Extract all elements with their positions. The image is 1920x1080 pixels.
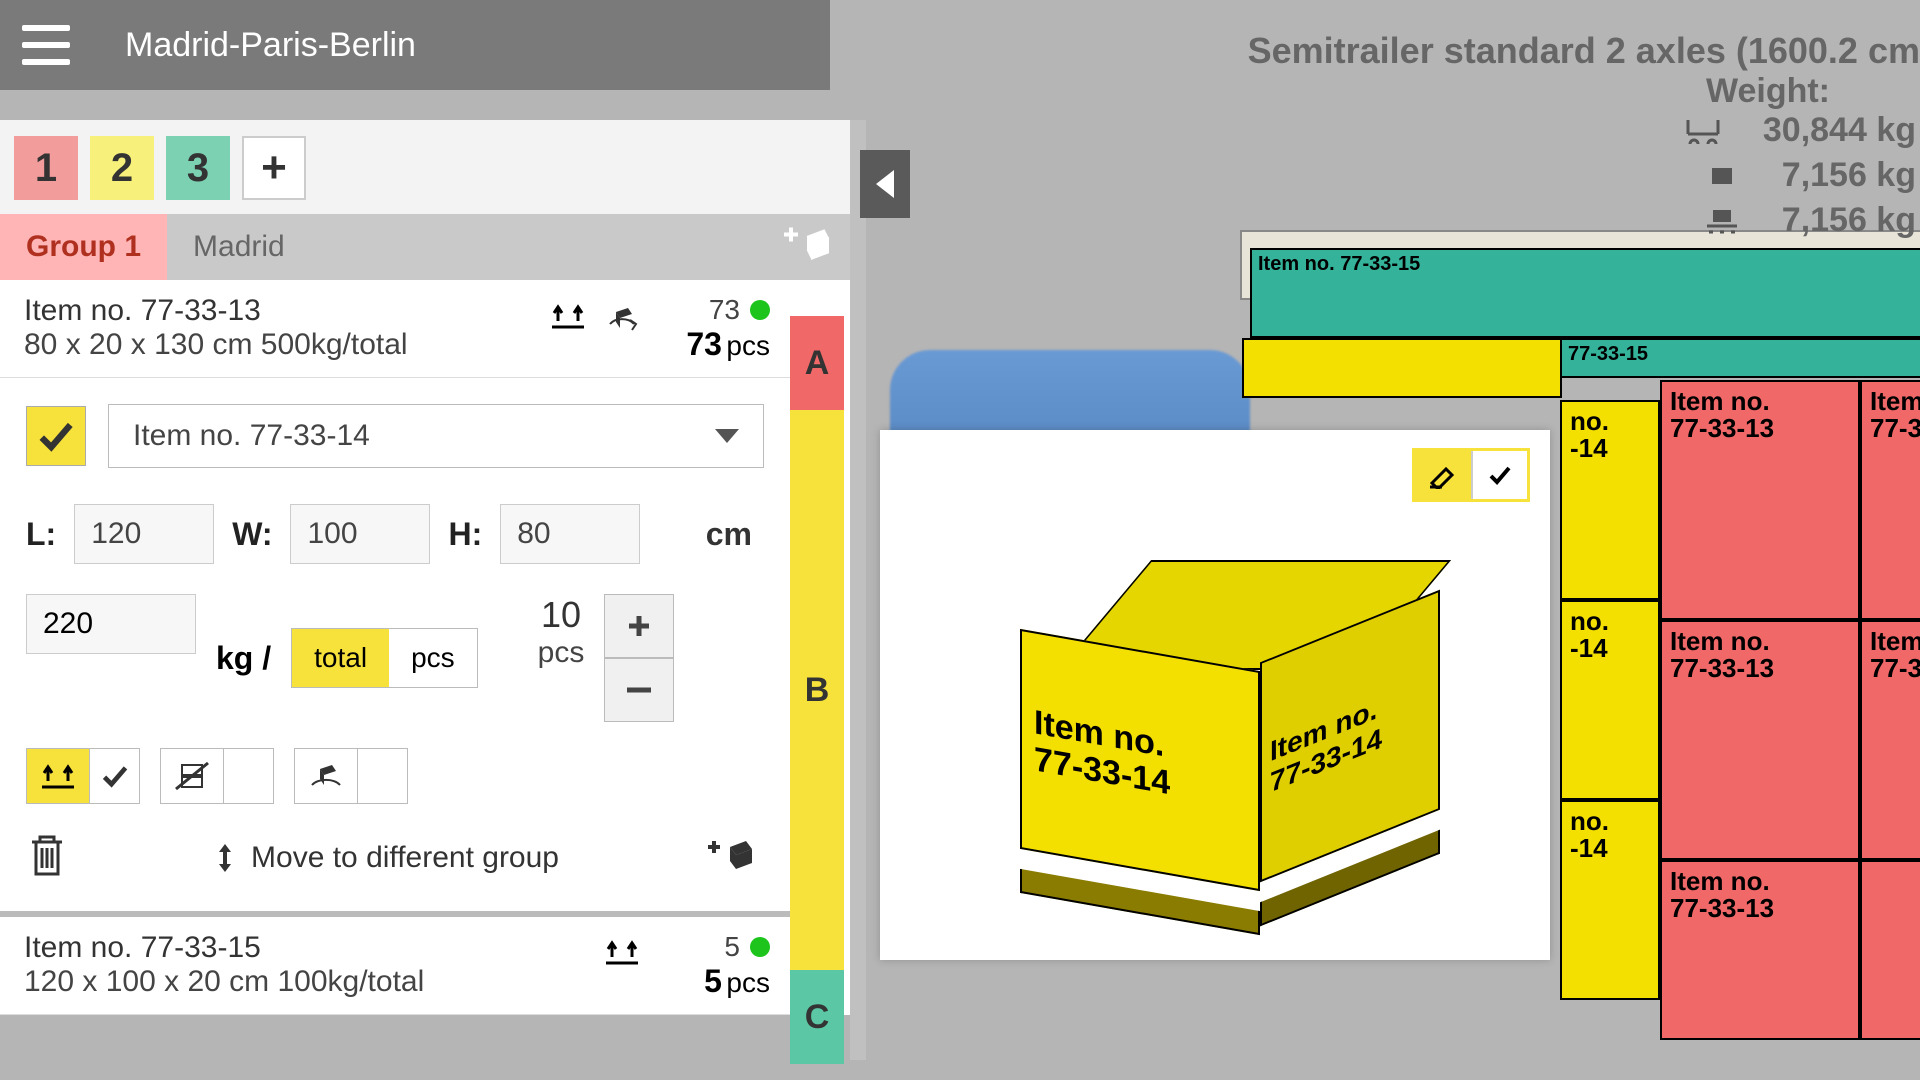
stop-2-button[interactable]: 2 bbox=[90, 136, 154, 200]
app-header: Madrid-Paris-Berlin bbox=[0, 0, 830, 90]
toggle-pcs[interactable]: pcs bbox=[389, 629, 477, 687]
axle-icon bbox=[1683, 118, 1723, 144]
add-stop-button[interactable]: + bbox=[242, 136, 306, 200]
this-way-up-option[interactable] bbox=[26, 748, 140, 804]
group-tabs: Group 1 Madrid bbox=[0, 214, 850, 280]
decrement-button[interactable] bbox=[604, 658, 674, 722]
left-panel: 1 2 3 + Group 1 Madrid Item no. 77-33-13… bbox=[0, 120, 850, 1015]
pcs-count: 10 bbox=[541, 594, 581, 636]
item-a-name: Item no. 77-33-13 bbox=[24, 294, 550, 328]
length-input[interactable] bbox=[74, 504, 214, 564]
no-stack-icon bbox=[161, 749, 223, 803]
item-name-select[interactable]: Item no. 77-33-14 bbox=[108, 404, 764, 468]
tab-group-1[interactable]: Group 1 bbox=[0, 214, 167, 280]
item-a-dims: 80 x 20 x 130 cm 500kg/total bbox=[24, 328, 550, 362]
delete-button[interactable] bbox=[28, 832, 66, 883]
status-dot bbox=[750, 300, 770, 320]
marker-b[interactable]: B bbox=[790, 410, 844, 970]
route-title: Madrid-Paris-Berlin bbox=[125, 26, 416, 65]
stop-1-button[interactable]: 1 bbox=[14, 136, 78, 200]
stops-row: 1 2 3 + bbox=[0, 120, 850, 214]
confirm-checkbox[interactable] bbox=[26, 406, 86, 466]
item-preview-popup: Item no. 77-33-14 Item no. 77-33-14 bbox=[880, 430, 1550, 960]
weight-value-3: 7,156 kg bbox=[1782, 201, 1916, 240]
collapse-panel-button[interactable] bbox=[860, 150, 910, 218]
increment-button[interactable] bbox=[604, 594, 674, 658]
status-dot bbox=[750, 937, 770, 957]
vehicle-info: Semitrailer standard 2 axles (1600.2 cm … bbox=[1248, 30, 1920, 240]
vehicle-title: Semitrailer standard 2 axles (1600.2 cm bbox=[1248, 30, 1920, 72]
pallet-icon bbox=[1702, 208, 1742, 234]
height-input[interactable] bbox=[500, 504, 640, 564]
confirm-button[interactable] bbox=[1471, 451, 1527, 499]
marker-a[interactable]: A bbox=[790, 316, 844, 410]
weight-value-1: 30,844 kg bbox=[1763, 111, 1916, 150]
box-preview: Item no. 77-33-14 Item no. 77-33-14 bbox=[1010, 560, 1390, 880]
weight-mode-toggle[interactable]: total pcs bbox=[291, 628, 478, 688]
add-cargo-icon[interactable] bbox=[784, 227, 830, 268]
load-icon bbox=[1702, 165, 1742, 187]
marker-c[interactable]: C bbox=[790, 970, 844, 1064]
no-stack-option[interactable] bbox=[160, 748, 274, 804]
item-row-c[interactable]: Item no. 77-33-15 120 x 100 x 20 cm 100k… bbox=[0, 917, 790, 1015]
item-row-b-expanded: Item no. 77-33-14 L: W: H: cm kg / total… bbox=[0, 378, 790, 917]
edit-button[interactable] bbox=[1415, 451, 1471, 499]
weight-value-2: 7,156 kg bbox=[1782, 156, 1916, 195]
scrollbar[interactable] bbox=[850, 120, 866, 1060]
caret-left-icon bbox=[876, 170, 894, 198]
no-rotate-option[interactable] bbox=[294, 748, 408, 804]
item-c-dims: 120 x 100 x 20 cm 100kg/total bbox=[24, 965, 604, 999]
tab-madrid[interactable]: Madrid bbox=[167, 214, 311, 280]
item-row-a[interactable]: Item no. 77-33-13 80 x 20 x 130 cm 500kg… bbox=[0, 280, 790, 378]
menu-icon[interactable] bbox=[22, 25, 70, 65]
chevron-down-icon bbox=[715, 429, 739, 443]
add-box-button[interactable] bbox=[706, 835, 754, 880]
weight-input[interactable] bbox=[26, 594, 196, 654]
this-way-up-icon bbox=[550, 301, 586, 336]
item-marker-strip: A B C bbox=[790, 316, 844, 1064]
this-way-up-icon bbox=[27, 749, 89, 803]
move-group-button[interactable]: Move to different group bbox=[213, 841, 559, 875]
toggle-total[interactable]: total bbox=[292, 629, 389, 687]
width-input[interactable] bbox=[290, 504, 430, 564]
no-rotate-icon bbox=[295, 749, 357, 803]
no-rotate-icon bbox=[604, 300, 640, 337]
this-way-up-icon bbox=[604, 937, 640, 972]
item-c-name: Item no. 77-33-15 bbox=[24, 931, 604, 965]
weight-label: Weight: bbox=[1248, 72, 1920, 111]
stop-3-button[interactable]: 3 bbox=[166, 136, 230, 200]
